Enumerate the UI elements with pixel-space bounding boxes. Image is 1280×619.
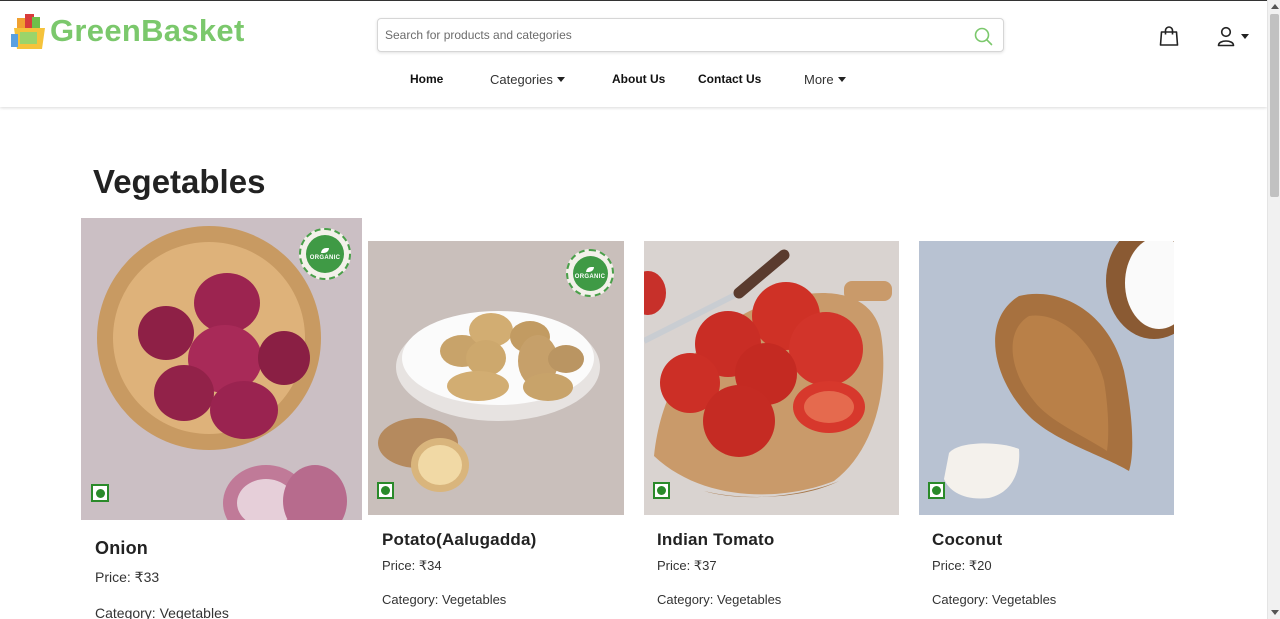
nav-contact-us[interactable]: Contact Us (698, 72, 761, 86)
organic-badge-text: ORGANIC (574, 273, 606, 280)
scroll-up-arrow-icon[interactable] (1271, 4, 1279, 9)
product-price: Price: ₹20 (932, 558, 992, 573)
nav-more-dropdown[interactable]: More (804, 72, 846, 87)
product-card[interactable]: Coconut Price: ₹20 Category: Vegetables (919, 241, 1174, 619)
nav-more-label: More (804, 72, 834, 87)
nav-home[interactable]: Home (410, 72, 443, 86)
product-category: Category: Vegetables (95, 605, 229, 619)
product-name[interactable]: Potato(Aalugadda) (382, 530, 537, 550)
product-card[interactable]: ORGANIC Onion Price: ₹33 Category: Veget… (81, 218, 362, 619)
nav-categories-label: Categories (490, 72, 553, 87)
user-icon (1215, 25, 1237, 47)
veg-mark-icon (928, 482, 945, 499)
product-category: Category: Vegetables (657, 592, 782, 607)
leaf-icon (321, 247, 329, 253)
product-price: Price: ₹33 (95, 569, 160, 585)
scroll-down-arrow-icon[interactable] (1271, 610, 1279, 615)
chevron-down-icon (837, 77, 846, 82)
product-image[interactable]: ORGANIC (81, 218, 362, 520)
account-menu[interactable] (1215, 25, 1249, 47)
nav-about-us[interactable]: About Us (612, 72, 665, 86)
chevron-down-icon (556, 77, 565, 82)
chevron-down-icon (1241, 33, 1249, 39)
veg-mark-icon (377, 482, 394, 499)
product-image[interactable]: ORGANIC (368, 241, 624, 515)
brand[interactable]: GreenBasket (11, 12, 245, 50)
organic-badge: ORGANIC (299, 228, 351, 280)
scrollbar-thumb[interactable] (1270, 14, 1279, 197)
product-image[interactable] (644, 241, 899, 515)
search-bar (377, 18, 1004, 52)
product-price: Price: ₹34 (382, 558, 442, 573)
main-nav: Home Categories About Us Contact Us More (0, 72, 1267, 90)
product-name[interactable]: Indian Tomato (657, 530, 775, 550)
page-title: Vegetables (93, 163, 266, 200)
search-input[interactable] (378, 19, 958, 51)
product-name[interactable]: Onion (95, 538, 148, 559)
product-image[interactable] (919, 241, 1174, 515)
veg-mark-icon (653, 482, 670, 499)
nav-categories-dropdown[interactable]: Categories (490, 72, 565, 87)
product-category: Category: Vegetables (382, 592, 507, 607)
product-card[interactable]: Indian Tomato Price: ₹37 Category: Veget… (644, 241, 899, 619)
product-price: Price: ₹37 (657, 558, 717, 573)
organic-badge-text: ORGANIC (309, 254, 341, 261)
product-card[interactable]: ORGANIC Potato(Aalugadda) Price: ₹34 Cat… (368, 241, 624, 619)
basket-logo-icon (11, 12, 48, 50)
veg-mark-icon (91, 484, 109, 502)
product-category: Category: Vegetables (932, 592, 1057, 607)
site-header: GreenBasket Home Categories (0, 0, 1267, 107)
brand-name: GreenBasket (50, 13, 245, 48)
page-scrollbar[interactable] (1267, 0, 1280, 619)
shopping-bag-icon[interactable] (1158, 25, 1180, 47)
organic-badge: ORGANIC (566, 249, 614, 297)
search-icon[interactable] (974, 27, 993, 46)
product-name[interactable]: Coconut (932, 530, 1002, 550)
leaf-icon (586, 266, 594, 272)
